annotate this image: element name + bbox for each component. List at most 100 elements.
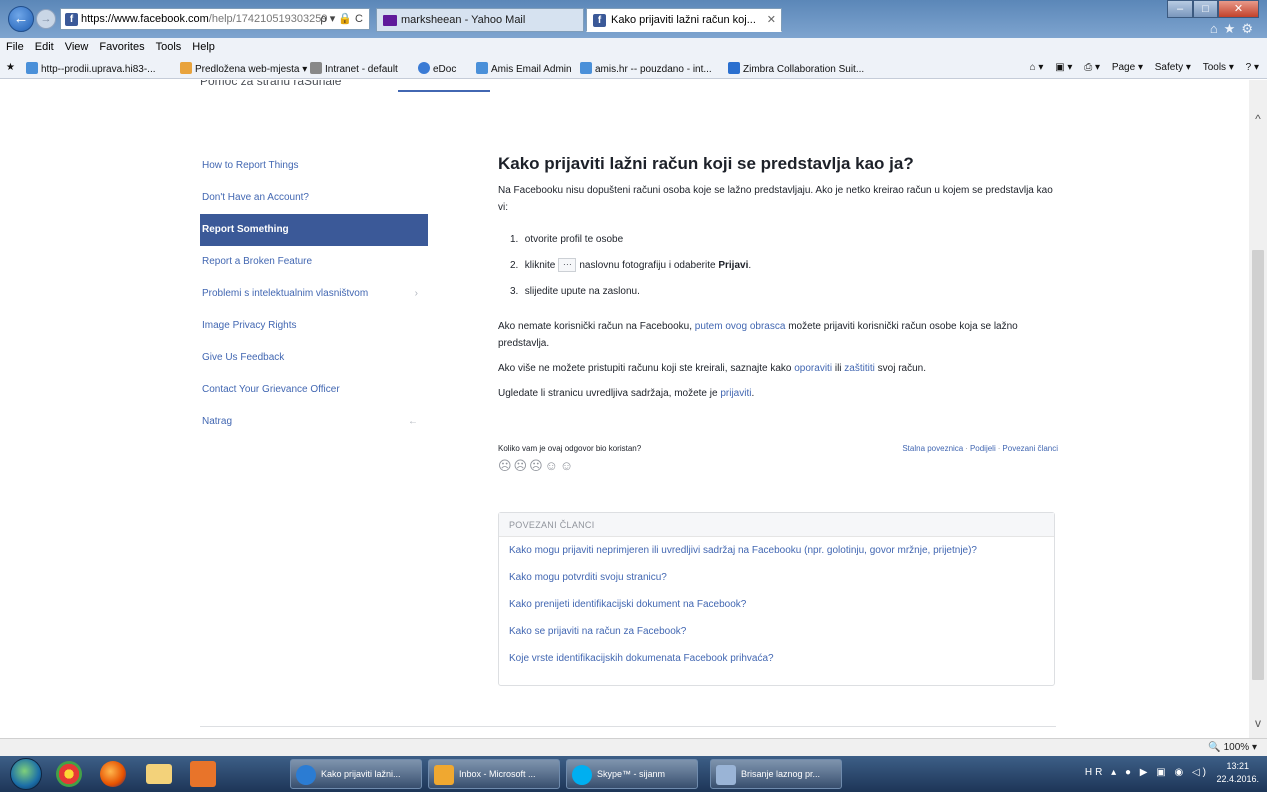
chrome-icon[interactable] (56, 761, 82, 787)
permalink-link[interactable]: Stalna poveznica (902, 444, 963, 453)
facebook-favicon-icon: f (65, 13, 78, 26)
scroll-up-icon[interactable]: ^ (1249, 110, 1267, 128)
back-button[interactable]: ← (8, 6, 34, 32)
share-link[interactable]: Podijeli (970, 444, 996, 453)
close-window-button[interactable]: ✕ (1218, 0, 1259, 18)
related-article-link[interactable]: Kako prenijeti identifikacijski dokument… (499, 591, 1054, 618)
edoc-icon (418, 62, 430, 74)
related-article-link[interactable]: Kako mogu potvrditi svoju stranicu? (499, 564, 1054, 591)
address-tools[interactable]: ρ ▾ 🔒 C (320, 9, 363, 29)
rating-faces-icon[interactable]: ☹☹☹☺☺ (498, 458, 575, 474)
tab-yahoo-mail[interactable]: marksheean - Yahoo Mail (376, 8, 584, 32)
related-articles-box: POVEZANI ČLANCI Kako mogu prijaviti nepr… (498, 512, 1055, 686)
menu-favorites[interactable]: Favorites (93, 38, 149, 53)
menu-bar: File Edit View Favorites Tools Help (0, 38, 1267, 57)
favorite-link[interactable]: amis.hr -- pouzdano - int... (580, 62, 712, 75)
favorite-link[interactable]: Amis Email Admin (476, 62, 572, 75)
clock-date: 22.4.2016. (1216, 774, 1259, 784)
related-article-link[interactable]: Koje vrste identifikacijskih dokumenata … (499, 645, 1054, 672)
browser-titlebar: ← → f https://www.facebook.com/help/1742… (0, 0, 1267, 38)
favorite-link[interactable]: Intranet - default (310, 62, 398, 75)
scroll-thumb[interactable] (1252, 250, 1264, 680)
intranet-icon (310, 62, 322, 74)
tab-facebook-help[interactable]: f Kako prijaviti lažni račun koj... ✕ (586, 8, 782, 32)
list-item: 2. kliknite ··· naslovnu fotografiju i oda… (510, 258, 752, 273)
steps-list: 1. otvorite profil te osobe 2. kliknite ·… (510, 230, 1058, 308)
sidebar-item-image-privacy[interactable]: Image Privacy Rights (200, 310, 428, 342)
sidebar-item-broken-feature[interactable]: Report a Broken Feature (200, 246, 428, 278)
sidebar-item-report-something[interactable]: Report Something (200, 214, 428, 246)
page-scrollbar[interactable]: ^ v (1249, 80, 1267, 738)
menu-help[interactable]: Help (186, 38, 220, 53)
tab-label: marksheean - Yahoo Mail (401, 14, 526, 26)
favorite-link[interactable]: Predložena web-mjesta ▾ (180, 62, 307, 75)
clock[interactable]: 13:21 22.4.2016. (1216, 760, 1259, 786)
recover-link[interactable]: oporaviti (794, 363, 832, 374)
command-tools[interactable]: Tools ▾ (1203, 62, 1234, 73)
firefox-icon[interactable] (100, 761, 126, 787)
language-indicator[interactable]: HR (1085, 767, 1105, 778)
maximize-button[interactable]: □ (1193, 0, 1218, 18)
page-icon (580, 62, 592, 74)
clock-time: 13:21 (1226, 761, 1249, 771)
sidebar-item-intellectual-property[interactable]: Problemi s intelektualnim vlasništvom › (200, 278, 428, 310)
report-form-link[interactable]: putem ovog obrasca (695, 321, 786, 332)
sidebar-item-back[interactable]: Natrag ← (200, 406, 428, 438)
command-safety[interactable]: Safety ▾ (1155, 62, 1191, 73)
print-icon[interactable]: ⎙ ▾ (1084, 62, 1100, 73)
sidebar-item-no-account[interactable]: Don't Have an Account? (200, 182, 428, 214)
feedback-question: Koliko vam je ovaj odgovor bio koristan? (498, 444, 642, 453)
task-internet-explorer[interactable]: Kako prijaviti lažni... (290, 759, 422, 789)
chevron-right-icon: › (414, 288, 418, 299)
report-link[interactable]: prijaviti (720, 388, 751, 399)
sidebar-item-feedback[interactable]: Give Us Feedback (200, 342, 428, 374)
address-bar[interactable]: f https://www.facebook.com/help/17421051… (60, 8, 370, 30)
page-icon (26, 62, 38, 74)
scroll-down-icon[interactable]: v (1249, 714, 1267, 732)
home-icon[interactable]: ⌂ ▾ (1030, 62, 1044, 73)
secure-link[interactable]: zaštititi (844, 363, 875, 374)
favorite-link[interactable]: Zimbra Collaboration Suit... (728, 62, 864, 75)
browser-toolbar-icons[interactable]: ⌂★⚙ (1210, 21, 1259, 37)
command-page[interactable]: Page ▾ (1112, 62, 1143, 73)
related-article-link[interactable]: Kako se prijaviti na račun za Facebook? (499, 618, 1054, 645)
web-page: Pomoć za stranu raSunale How to Report T… (0, 80, 1249, 738)
sidebar-item-grievance-officer[interactable]: Contact Your Grievance Officer (200, 374, 428, 406)
task-outlook[interactable]: Inbox - Microsoft ... (428, 759, 560, 789)
task-document[interactable]: Brisanje laznog pr... (710, 759, 842, 789)
tab-label: Kako prijaviti lažni račun koj... (611, 14, 756, 26)
favorites-star-icon[interactable]: ★ (6, 62, 15, 73)
tab-close-icon[interactable]: ✕ (767, 9, 776, 31)
menu-tools[interactable]: Tools (150, 38, 187, 53)
address-path: /help/174210519303259 (208, 13, 328, 25)
zoom-level[interactable]: 🔍 100% ▾ (1208, 742, 1257, 753)
favorite-link[interactable]: eDoc (418, 62, 456, 75)
menu-edit[interactable]: Edit (29, 38, 59, 53)
feeds-icon[interactable]: ▣ ▾ (1055, 62, 1072, 73)
related-article-link[interactable]: Kako mogu prijaviti neprimjeren ili uvre… (499, 537, 1054, 564)
article-links: Stalna poveznica · Podijeli · Povezani članc… (902, 444, 1058, 453)
facebook-favicon-icon: f (593, 14, 606, 27)
media-player-icon[interactable] (190, 761, 216, 787)
arrow-left-icon: ← (408, 416, 418, 427)
explorer-folder-icon[interactable] (146, 764, 172, 784)
list-item: 3. slijedite upute na zaslonu. (510, 286, 640, 297)
breadcrumb[interactable]: Pomoć za stranu raSunale (200, 80, 341, 88)
related-articles-link[interactable]: Povezani članci (1002, 444, 1058, 453)
top-navigation-strip: Pomoć za stranu raSunale (200, 80, 1060, 92)
menu-file[interactable]: File (0, 38, 29, 53)
zimbra-icon (728, 62, 740, 74)
article-intro: Na Facebooku nisu dopušteni računi osoba… (498, 185, 1053, 213)
favorite-link[interactable]: http--prodii.uprava.hi83-... (26, 62, 156, 75)
start-button[interactable] (10, 758, 42, 790)
help-icon[interactable]: ? ▾ (1246, 62, 1259, 73)
sidebar-item-how-to-report[interactable]: How to Report Things (200, 150, 428, 182)
forward-button[interactable]: → (36, 9, 56, 29)
help-sidebar: How to Report Things Don't Have an Accou… (200, 150, 428, 438)
ie-icon (296, 765, 316, 785)
menu-view[interactable]: View (59, 38, 94, 53)
active-tab-underline (398, 90, 490, 92)
task-skype[interactable]: Skype™ - sijanm (566, 759, 698, 789)
system-tray[interactable]: HR ▴ ● ▶ ▣ ◉ ◁) (1085, 767, 1209, 778)
minimize-button[interactable]: – (1167, 0, 1193, 18)
